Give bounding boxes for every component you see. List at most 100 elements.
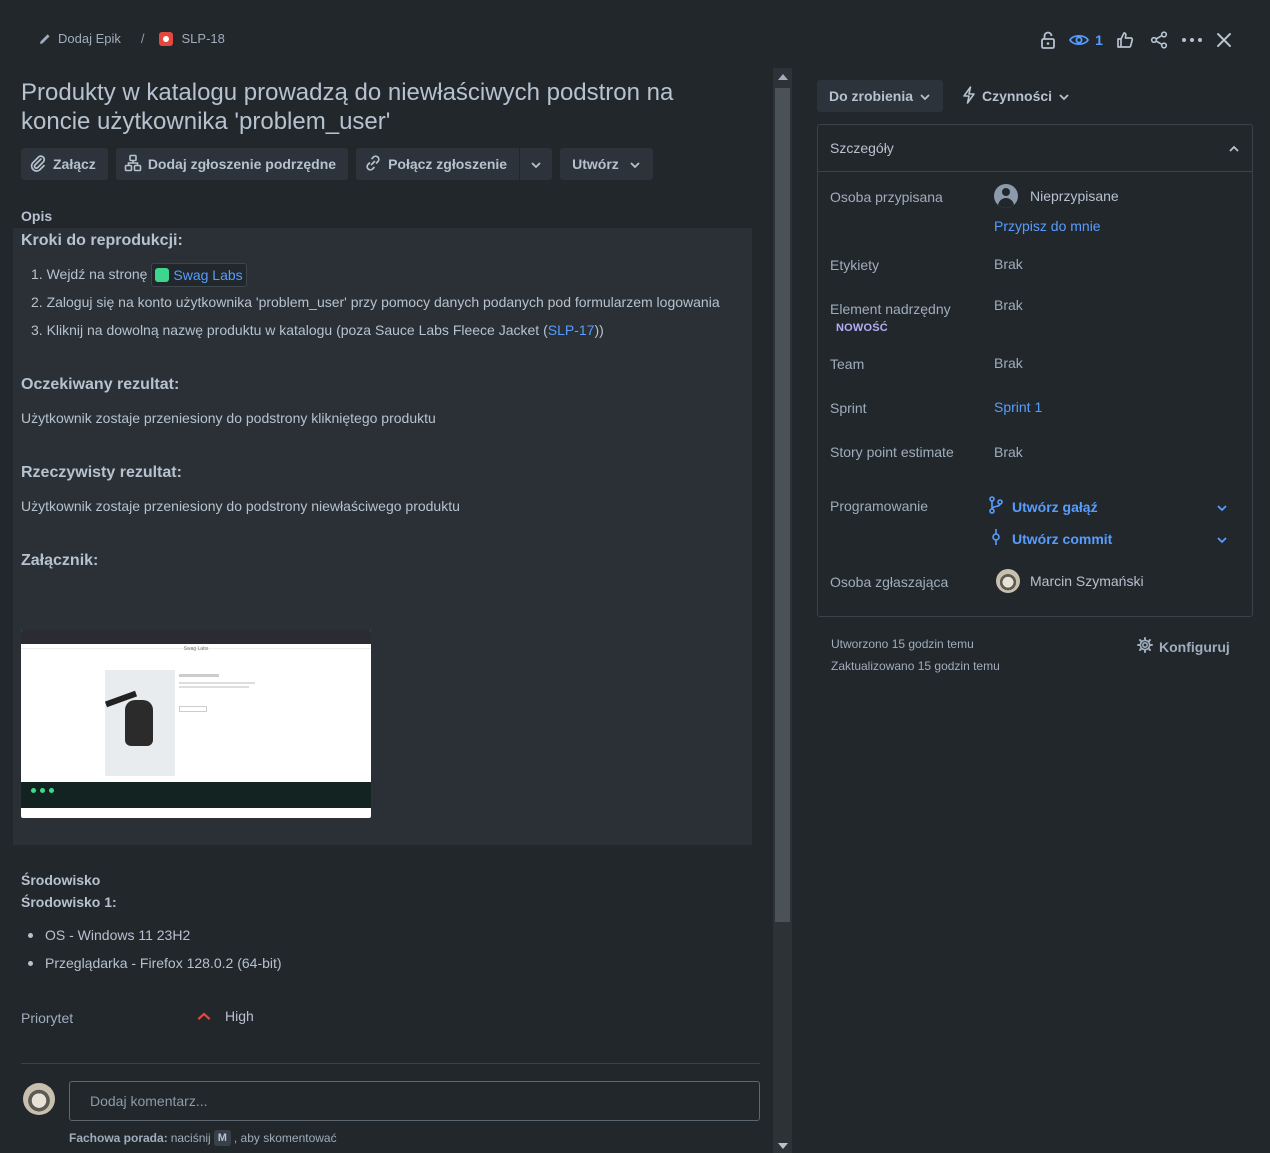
scroll-down-arrow-icon[interactable] (778, 1143, 788, 1149)
more-icon[interactable] (1176, 27, 1208, 53)
priority-label: Priorytet (21, 1010, 74, 1026)
scroll-up-arrow-icon[interactable] (778, 74, 788, 80)
assignee-label: Osoba przypisana (830, 189, 943, 205)
swag-labs-smart-link[interactable]: Swag Labs (151, 263, 247, 288)
bug-icon (158, 31, 173, 46)
thumbnail-product-photo (104, 670, 175, 776)
attach-button[interactable]: Załącz (21, 148, 108, 180)
link-issue-label: Połącz zgłoszenie (388, 156, 508, 172)
breadcrumb-separator: / (140, 31, 145, 46)
chevron-down-icon[interactable] (1216, 499, 1228, 515)
divider (21, 1063, 760, 1064)
new-badge: NOWOŚĆ (836, 322, 888, 334)
branch-icon (988, 496, 1004, 517)
chevron-down-icon (1058, 88, 1070, 104)
actual-result-heading: Rzeczywisty rezultat: (21, 464, 182, 481)
list-item: OS - Windows 11 23H2 (28, 924, 282, 952)
updated-timestamp: Zaktualizowano 15 godzin temu (831, 659, 1000, 673)
close-icon[interactable] (1208, 27, 1240, 53)
comment-tip: Fachowa porada: naciśnij M , aby skoment… (69, 1130, 337, 1146)
thumbnail-footer (21, 782, 371, 808)
eye-icon (1069, 33, 1090, 47)
share-icon[interactable] (1142, 27, 1176, 53)
issue-main-panel: Produkty w katalogu prowadzą do niewłaśc… (0, 68, 770, 1153)
add-epic-link[interactable]: Dodaj Epik (58, 31, 121, 46)
created-timestamp: Utworzono 15 godzin temu (831, 637, 974, 651)
link-issue-dropdown[interactable] (520, 148, 553, 180)
add-child-issue-button[interactable]: Dodaj zgłoszenie podrzędne (115, 148, 349, 180)
step1-text: 1. Wejdź na stronę (31, 266, 148, 282)
tip-text: naciśnij (170, 1131, 211, 1145)
keyboard-shortcut-key: M (213, 1130, 231, 1146)
add-child-label: Dodaj zgłoszenie podrzędne (147, 156, 337, 172)
scrollbar[interactable] (773, 68, 792, 1153)
priority-field[interactable]: High (197, 1008, 254, 1024)
thumbs-up-icon[interactable] (1108, 27, 1142, 53)
create-dropdown-button[interactable]: Utwórz (560, 148, 653, 180)
environment-subheading: Środowisko 1: (21, 894, 117, 910)
slp-17-link[interactable]: SLP-17 (548, 322, 595, 338)
labels-value[interactable]: Brak (994, 256, 1023, 272)
chevron-down-icon (629, 156, 641, 172)
steps-heading: Kroki do reprodukcji: (21, 232, 183, 249)
watch-count: 1 (1095, 32, 1103, 48)
avatar (23, 1083, 55, 1115)
create-commit-button[interactable]: Utwórz commit (988, 528, 1228, 549)
watch-button[interactable]: 1 (1064, 27, 1108, 53)
actions-dropdown-button[interactable]: Czynności (952, 80, 1082, 112)
lightning-icon (962, 85, 976, 107)
list-item: Przeglądarka - Firefox 128.0.2 (64-bit) (28, 952, 282, 980)
create-commit-label: Utwórz commit (1012, 530, 1113, 547)
create-branch-button[interactable]: Utwórz gałąź (988, 496, 1228, 517)
details-panel: Szczegóły Osoba przypisana Nieprzypisane… (817, 124, 1253, 617)
link-issue-group: Połącz zgłoszenie (356, 148, 553, 180)
tip-text-end: , aby skomentować (233, 1131, 337, 1145)
list-item: 2. Zaloguj się na konto użytkownika 'pro… (31, 294, 720, 310)
swag-labs-logo-icon (155, 268, 170, 283)
header-actions: 1 (1032, 27, 1240, 53)
issue-key-link[interactable]: SLP-18 (182, 31, 225, 46)
thumbnail-site-title: Swag Labs (183, 646, 209, 652)
tip-bold: Fachowa porada: (69, 1131, 168, 1145)
assignee-value[interactable]: Nieprzypisane (1030, 188, 1119, 204)
configure-label: Konfiguruj (1159, 638, 1230, 655)
sprint-value[interactable]: Sprint 1 (994, 399, 1042, 415)
chevron-down-icon[interactable] (1216, 531, 1228, 547)
breadcrumb: Dodaj Epik / SLP-18 (38, 31, 225, 46)
story-points-value[interactable]: Brak (994, 444, 1023, 460)
lock-icon[interactable] (1032, 27, 1064, 53)
labels-label: Etykiety (830, 257, 880, 273)
development-label: Programowanie (830, 498, 929, 514)
link-icon (364, 154, 382, 175)
attachment-thumbnail[interactable]: Swag Labs (21, 630, 371, 818)
description-editor[interactable]: Kroki do reprodukcji: 1. Wejdź na stronę… (13, 228, 752, 845)
hierarchy-icon (124, 154, 142, 175)
paperclip-icon (29, 154, 47, 175)
list-item: 1. Wejdź na stronę Swag Labs (31, 262, 720, 290)
parent-value[interactable]: Brak (994, 297, 1023, 313)
team-value[interactable]: Brak (994, 355, 1023, 371)
attach-label: Załącz (53, 156, 96, 172)
steps-list: 1. Wejdź na stronę Swag Labs 2. Zaloguj … (31, 262, 720, 346)
status-dropdown-button[interactable]: Do zrobienia (817, 80, 944, 112)
assign-to-me-link[interactable]: Przypisz do mnie (994, 218, 1101, 234)
issue-title[interactable]: Produkty w katalogu prowadzą do niewłaśc… (21, 78, 741, 136)
scrollbar-thumb[interactable] (775, 88, 790, 922)
priority-value: High (225, 1008, 254, 1024)
chevron-down-icon (530, 156, 542, 172)
status-row: Do zrobienia Czynności (817, 80, 1082, 112)
comment-input[interactable]: Dodaj komentarz... (69, 1081, 760, 1121)
link-issue-button[interactable]: Połącz zgłoszenie (356, 148, 520, 180)
list-item: 3. Kliknij na dowolną nazwę produktu w k… (31, 318, 720, 346)
configure-button[interactable]: Konfiguruj (1137, 637, 1230, 656)
chevron-up-icon (1228, 140, 1240, 156)
details-header[interactable]: Szczegóły (818, 125, 1252, 172)
attachment-heading: Załącznik: (21, 552, 99, 569)
actions-label: Czynności (982, 88, 1053, 104)
pencil-icon (38, 32, 52, 46)
description-label: Opis (21, 208, 53, 224)
create-label: Utwórz (572, 156, 619, 172)
unassigned-user-icon (994, 184, 1018, 208)
sprint-label: Sprint (830, 400, 867, 416)
reporter-value[interactable]: Marcin Szymański (1030, 573, 1144, 589)
